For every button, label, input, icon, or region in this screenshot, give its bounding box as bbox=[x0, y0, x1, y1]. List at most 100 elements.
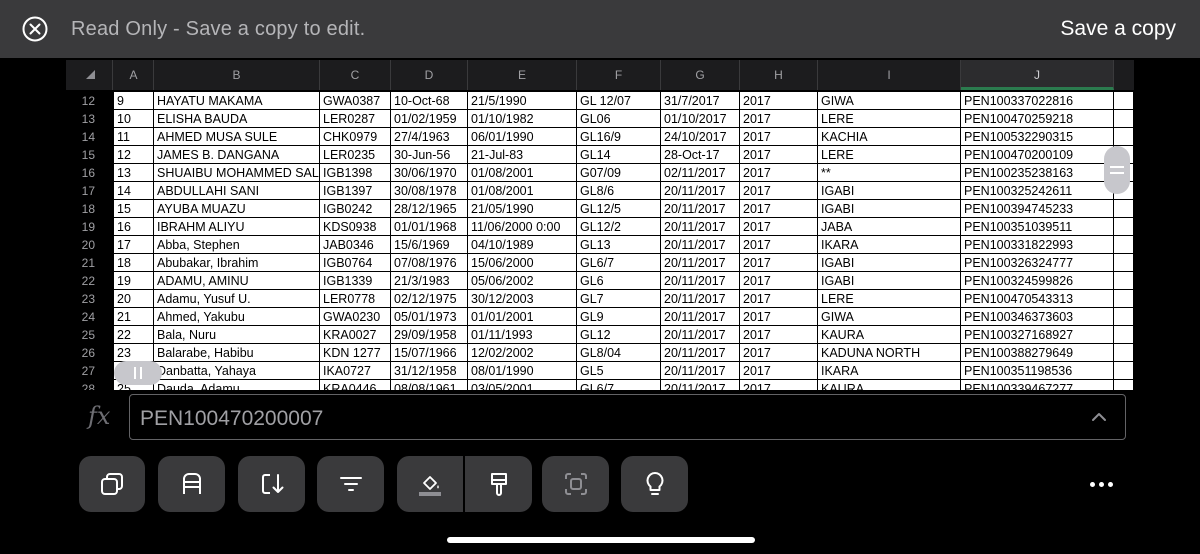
cell-h[interactable]: 2017 bbox=[740, 92, 818, 110]
column-header-g[interactable]: G bbox=[661, 60, 740, 90]
cell-d[interactable]: 08/08/1961 bbox=[391, 380, 468, 390]
cell-j[interactable]: PEN100470200109 bbox=[961, 146, 1114, 164]
cell-a[interactable]: 21 bbox=[114, 308, 154, 326]
cell-b[interactable]: Abubakar, Ibrahim bbox=[154, 254, 320, 272]
cell-d[interactable]: 30-Jun-56 bbox=[391, 146, 468, 164]
row-number[interactable]: 25 bbox=[66, 326, 113, 344]
cell-a[interactable]: 22 bbox=[114, 326, 154, 344]
row-number[interactable]: 28 bbox=[66, 380, 113, 390]
column-header-e[interactable]: E bbox=[468, 60, 577, 90]
home-indicator[interactable] bbox=[447, 537, 755, 543]
cell-c[interactable]: KRA0446 bbox=[320, 380, 391, 390]
cell-g[interactable]: 31/7/2017 bbox=[661, 92, 740, 110]
cell-f[interactable]: GL12/5 bbox=[577, 200, 661, 218]
cell-empty[interactable] bbox=[1114, 200, 1134, 218]
cell-a[interactable]: 17 bbox=[114, 236, 154, 254]
cell-i[interactable]: KADUNA NORTH bbox=[818, 344, 961, 362]
cell-d[interactable]: 30/08/1978 bbox=[391, 182, 468, 200]
cell-h[interactable]: 2017 bbox=[740, 254, 818, 272]
cell-b[interactable]: Dauda, Adamu bbox=[154, 380, 320, 390]
cell-i[interactable]: GIWA bbox=[818, 92, 961, 110]
cell-h[interactable]: 2017 bbox=[740, 218, 818, 236]
cell-c[interactable]: IGB0764 bbox=[320, 254, 391, 272]
row-number[interactable]: 12 bbox=[66, 92, 113, 110]
row-number[interactable]: 24 bbox=[66, 308, 113, 326]
cell-g[interactable]: 20/11/2017 bbox=[661, 344, 740, 362]
cell-h[interactable]: 2017 bbox=[740, 326, 818, 344]
cell-a[interactable]: 16 bbox=[114, 218, 154, 236]
cell-a[interactable]: 12 bbox=[114, 146, 154, 164]
cell-h[interactable]: 2017 bbox=[740, 308, 818, 326]
row-number[interactable]: 27 bbox=[66, 362, 113, 380]
cell-c[interactable]: LER0287 bbox=[320, 110, 391, 128]
cell-h[interactable]: 2017 bbox=[740, 110, 818, 128]
cell-g[interactable]: 20/11/2017 bbox=[661, 236, 740, 254]
cell-b[interactable]: AYUBA MUAZU bbox=[154, 200, 320, 218]
cell-b[interactable]: Abba, Stephen bbox=[154, 236, 320, 254]
horizontal-scroll-handle[interactable] bbox=[114, 361, 162, 385]
cell-j[interactable]: PEN100337022816 bbox=[961, 92, 1114, 110]
cell-g[interactable]: 28-Oct-17 bbox=[661, 146, 740, 164]
row-number[interactable]: 23 bbox=[66, 290, 113, 308]
cell-b[interactable]: Adamu, Yusuf U. bbox=[154, 290, 320, 308]
cell-f[interactable]: GL6/7 bbox=[577, 380, 661, 390]
cell-g[interactable]: 20/11/2017 bbox=[661, 200, 740, 218]
vertical-scroll-handle[interactable] bbox=[1104, 146, 1130, 194]
cell-j[interactable]: PEN100324599826 bbox=[961, 272, 1114, 290]
cell-j[interactable]: PEN100532290315 bbox=[961, 128, 1114, 146]
cell-h[interactable]: 2017 bbox=[740, 146, 818, 164]
chevron-up-icon[interactable] bbox=[1091, 409, 1107, 425]
cell-g[interactable]: 20/11/2017 bbox=[661, 380, 740, 390]
cell-empty[interactable] bbox=[1114, 254, 1134, 272]
cell-e[interactable]: 01/10/1982 bbox=[468, 110, 577, 128]
cell-g[interactable]: 01/10/2017 bbox=[661, 110, 740, 128]
close-icon[interactable] bbox=[22, 16, 48, 42]
cell-empty[interactable] bbox=[1114, 362, 1134, 380]
cell-h[interactable]: 2017 bbox=[740, 236, 818, 254]
cell-a[interactable]: 20 bbox=[114, 290, 154, 308]
cell-h[interactable]: 2017 bbox=[740, 344, 818, 362]
cell-e[interactable]: 30/12/2003 bbox=[468, 290, 577, 308]
cell-d[interactable]: 28/12/1965 bbox=[391, 200, 468, 218]
sort-button[interactable] bbox=[238, 456, 305, 512]
cell-f[interactable]: GL13 bbox=[577, 236, 661, 254]
cell-d[interactable]: 02/12/1975 bbox=[391, 290, 468, 308]
format-painter-button[interactable] bbox=[465, 456, 532, 512]
cell-f[interactable]: GL14 bbox=[577, 146, 661, 164]
row-number[interactable]: 19 bbox=[66, 218, 113, 236]
column-header-j[interactable]: J bbox=[961, 60, 1114, 90]
row-number[interactable]: 18 bbox=[66, 200, 113, 218]
cell-i[interactable]: LERE bbox=[818, 110, 961, 128]
cell-empty[interactable] bbox=[1114, 92, 1134, 110]
cell-empty[interactable] bbox=[1114, 110, 1134, 128]
column-header-c[interactable]: C bbox=[320, 60, 391, 90]
cell-h[interactable]: 2017 bbox=[740, 362, 818, 380]
copy-button[interactable] bbox=[79, 456, 145, 512]
cell-j[interactable]: PEN100235238163 bbox=[961, 164, 1114, 182]
cell-b[interactable]: Bala, Nuru bbox=[154, 326, 320, 344]
cell-j[interactable]: PEN100346373603 bbox=[961, 308, 1114, 326]
formula-bar-input[interactable]: PEN100470200007 bbox=[129, 394, 1126, 440]
cell-b[interactable]: ADAMU, AMINU bbox=[154, 272, 320, 290]
cell-f[interactable]: GL16/9 bbox=[577, 128, 661, 146]
ideas-button[interactable] bbox=[621, 456, 688, 512]
cell-d[interactable]: 01/02/1959 bbox=[391, 110, 468, 128]
cell-i[interactable]: LERE bbox=[818, 290, 961, 308]
cell-d[interactable]: 05/01/1973 bbox=[391, 308, 468, 326]
cell-f[interactable]: GL12 bbox=[577, 326, 661, 344]
cell-h[interactable]: 2017 bbox=[740, 128, 818, 146]
row-number[interactable]: 14 bbox=[66, 128, 113, 146]
row-number[interactable]: 13 bbox=[66, 110, 113, 128]
cell-d[interactable]: 01/01/1968 bbox=[391, 218, 468, 236]
cell-e[interactable]: 08/01/1990 bbox=[468, 362, 577, 380]
cell-i[interactable]: IGABI bbox=[818, 182, 961, 200]
cell-f[interactable]: GL5 bbox=[577, 362, 661, 380]
cell-f[interactable]: GL12/2 bbox=[577, 218, 661, 236]
cell-e[interactable]: 11/06/2000 0:00 bbox=[468, 218, 577, 236]
cell-empty[interactable] bbox=[1114, 326, 1134, 344]
cell-d[interactable]: 31/12/1958 bbox=[391, 362, 468, 380]
cell-f[interactable]: GL6/7 bbox=[577, 254, 661, 272]
cell-empty[interactable] bbox=[1114, 236, 1134, 254]
cell-j[interactable]: PEN100326324777 bbox=[961, 254, 1114, 272]
cell-j[interactable]: PEN100394745233 bbox=[961, 200, 1114, 218]
